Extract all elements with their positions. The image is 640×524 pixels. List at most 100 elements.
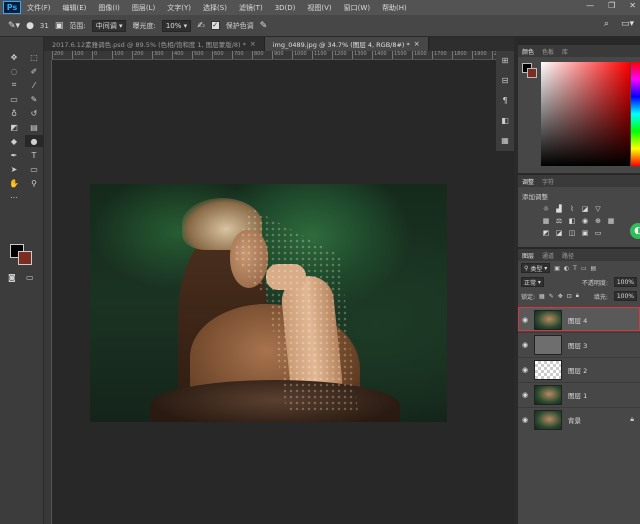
filter-pixel-icon[interactable]: ▣ xyxy=(554,265,560,272)
channel-mixer-icon[interactable]: ⊕ xyxy=(594,217,602,225)
document-image[interactable] xyxy=(90,184,447,422)
properties-icon[interactable]: ⊟ xyxy=(496,71,514,91)
more-tools-icon[interactable]: ⋯ xyxy=(5,191,23,203)
history-icon[interactable]: ⊞ xyxy=(496,51,514,71)
lock-artboard-icon[interactable]: ⊡ xyxy=(567,293,572,300)
filter-adjust-icon[interactable]: ◐ xyxy=(564,265,569,272)
close-icon[interactable]: × xyxy=(250,40,256,48)
tab-swatches[interactable]: 色板 xyxy=(542,47,554,56)
visibility-eye-icon[interactable]: ◉ xyxy=(518,366,532,374)
brush-preset-icon[interactable]: ● xyxy=(26,21,34,31)
tab-channels[interactable]: 通道 xyxy=(542,251,554,260)
canvas-area[interactable] xyxy=(52,60,514,524)
color-field[interactable] xyxy=(541,62,630,166)
layer-row-layer-4[interactable]: ◉ 图层 4 xyxy=(518,307,640,331)
pen-tool-icon[interactable]: ✒ xyxy=(5,149,23,161)
move-tool-icon[interactable]: ✥ xyxy=(5,51,23,63)
actions-icon[interactable]: ◧ xyxy=(496,111,514,131)
horizontal-ruler[interactable]: 200 100 0 100 200 300 400 500 600 700 800 900 1000 11… xyxy=(52,51,514,60)
brush-tool-icon[interactable]: ✎ xyxy=(25,93,43,105)
tab-layers[interactable]: 图层 xyxy=(522,251,534,260)
color-balance-icon[interactable]: ⚖ xyxy=(555,217,563,225)
visibility-eye-icon[interactable]: ◉ xyxy=(518,341,532,349)
close-button[interactable]: ✕ xyxy=(629,1,636,10)
blend-mode-select[interactable]: 正常 ▾ xyxy=(521,277,544,287)
restore-button[interactable]: ❐ xyxy=(608,1,615,10)
airbrush-icon[interactable]: ✍ xyxy=(197,21,205,31)
posterize-icon[interactable]: ◪ xyxy=(555,229,563,237)
visibility-eye-icon[interactable]: ◉ xyxy=(518,316,532,324)
eyedropper-icon[interactable]: ⁄ xyxy=(25,79,43,91)
screen-mode-icon[interactable]: ▭ xyxy=(26,273,34,282)
menu-layer[interactable]: 图层(L) xyxy=(126,3,161,13)
gradient-icon[interactable]: ▤ xyxy=(25,121,43,133)
tab-character[interactable]: 字符 xyxy=(542,177,554,186)
lock-all-icon[interactable]: 🔒︎ xyxy=(576,292,579,300)
filter-shape-icon[interactable]: ▭ xyxy=(581,265,587,272)
tab-color[interactable]: 颜色 xyxy=(522,47,534,56)
shape-tool-icon[interactable]: ▭ xyxy=(25,163,43,175)
healing-brush-icon[interactable]: ▭ xyxy=(5,93,23,105)
type-tool-icon[interactable]: T xyxy=(25,149,43,161)
menu-3d[interactable]: 3D(D) xyxy=(269,4,302,12)
menu-type[interactable]: 文字(Y) xyxy=(161,3,197,13)
fill-input[interactable]: 100% xyxy=(613,291,637,301)
clone-stamp-icon[interactable]: ♁ xyxy=(5,107,23,119)
hue-slider[interactable] xyxy=(631,62,640,166)
filter-smart-icon[interactable]: ▤ xyxy=(591,265,597,272)
vertical-ruler[interactable] xyxy=(44,60,52,524)
menu-image[interactable]: 图像(I) xyxy=(92,3,126,13)
color-lookup-icon[interactable]: ▦ xyxy=(607,217,615,225)
tab-adjustments[interactable]: 调整 xyxy=(522,177,534,186)
lasso-tool-icon[interactable]: ◌ xyxy=(5,65,23,77)
close-icon[interactable]: × xyxy=(414,40,420,48)
dodge-tool-icon[interactable]: ● xyxy=(25,135,43,147)
blur-icon[interactable]: ◆ xyxy=(5,135,23,147)
menu-select[interactable]: 选择(S) xyxy=(197,3,233,13)
tab-libraries[interactable]: 库 xyxy=(562,47,568,56)
quick-select-icon[interactable]: ✐ xyxy=(25,65,43,77)
visibility-eye-icon[interactable]: ◉ xyxy=(518,416,532,424)
brush-panel-icon[interactable]: ▣ xyxy=(55,21,64,31)
exposure-input[interactable]: 10% ▾ xyxy=(161,19,192,32)
layer-row-layer-3[interactable]: ◉ 图层 3 xyxy=(518,332,640,356)
path-select-icon[interactable]: ➤ xyxy=(5,163,23,175)
search-icon[interactable]: ⌕ xyxy=(604,19,609,29)
history-brush-icon[interactable]: ↺ xyxy=(25,107,43,119)
range-select[interactable]: 中间调 ▾ xyxy=(91,19,127,32)
eraser-icon[interactable]: ◩ xyxy=(5,121,23,133)
menu-window[interactable]: 窗口(W) xyxy=(338,3,376,13)
layer-row-layer-1[interactable]: ◉ 图层 1 xyxy=(518,382,640,406)
exposure-icon[interactable]: ◪ xyxy=(581,205,589,213)
photo-filter-icon[interactable]: ◉ xyxy=(581,217,589,225)
opacity-input[interactable]: 100% xyxy=(613,277,637,287)
menu-file[interactable]: 文件(F) xyxy=(21,3,57,13)
marquee-tool-icon[interactable]: ⬚ xyxy=(25,51,43,63)
background-color-swatch[interactable] xyxy=(18,251,32,265)
pressure-icon[interactable]: ✎ xyxy=(260,21,268,31)
tab-document-jpg[interactable]: img_0489.jpg @ 34.7% (图层 4, RGB/8#) * × xyxy=(264,37,429,51)
zoom-tool-icon[interactable]: ⚲ xyxy=(25,177,43,189)
black-white-icon[interactable]: ◧ xyxy=(568,217,576,225)
menu-help[interactable]: 帮助(H) xyxy=(376,3,413,13)
menu-view[interactable]: 视图(V) xyxy=(301,3,337,13)
tab-paths[interactable]: 路径 xyxy=(562,251,574,260)
minimize-button[interactable]: — xyxy=(586,1,594,10)
selective-color-icon[interactable]: ▣ xyxy=(581,229,589,237)
color-background-swatch[interactable] xyxy=(527,68,537,78)
invert-icon[interactable]: ◩ xyxy=(542,229,550,237)
lock-position-icon[interactable]: ✥ xyxy=(558,293,563,300)
hand-tool-icon[interactable]: ✋ xyxy=(5,177,23,189)
levels-icon[interactable]: ▟ xyxy=(555,205,563,213)
brightness-icon[interactable]: ☼ xyxy=(542,205,550,213)
layer-row-background[interactable]: ◉ 背景 🔒︎ xyxy=(518,407,640,431)
vibrance-icon[interactable]: ▽ xyxy=(594,205,602,213)
visibility-eye-icon[interactable]: ◉ xyxy=(518,391,532,399)
filter-type-icon[interactable]: T xyxy=(573,265,577,272)
swatch-icon[interactable]: ▦ xyxy=(496,131,514,151)
crop-tool-icon[interactable]: ⌗ xyxy=(5,79,23,91)
dodge-tool-icon[interactable]: ✎▾ xyxy=(8,21,20,31)
tab-document-psd[interactable]: 2017.6.12素雅调色.psd @ 89.5% (色相/饱和度 1, 图层蒙… xyxy=(44,37,265,51)
hue-saturation-icon[interactable]: ▦ xyxy=(542,217,550,225)
quick-mask-icon[interactable]: ◙ xyxy=(8,273,16,282)
